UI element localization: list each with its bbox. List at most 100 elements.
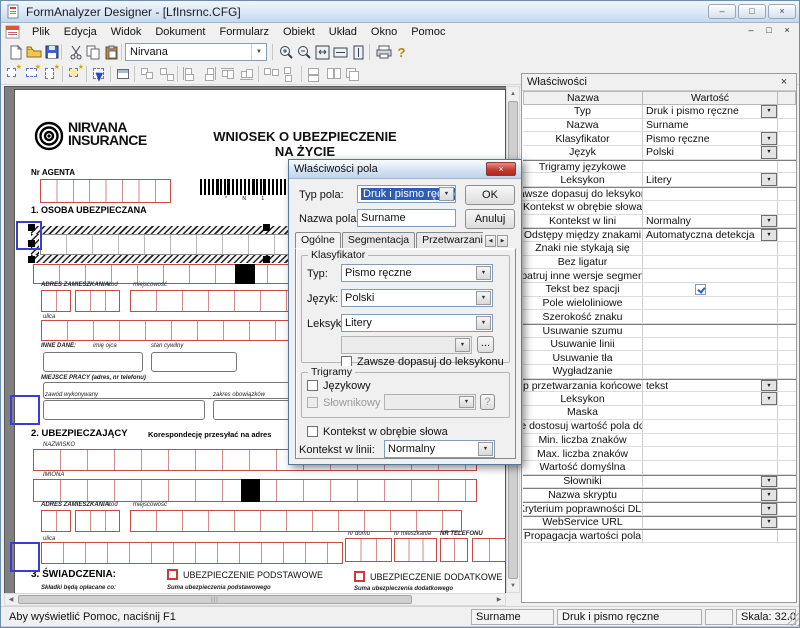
save-icon[interactable]	[43, 44, 60, 60]
paste-icon[interactable]	[103, 44, 120, 60]
checkbox-checked[interactable]	[695, 284, 706, 295]
property-row[interactable]: Leksykon▼	[523, 392, 796, 406]
same-width-icon[interactable]	[306, 66, 323, 82]
property-row[interactable]: NazwaSurname	[523, 119, 796, 133]
selection-anchor-3[interactable]	[10, 542, 40, 572]
zawod-field[interactable]	[43, 400, 205, 420]
kontekst-slowo-checkbox[interactable]	[307, 426, 318, 437]
cut-icon[interactable]	[67, 44, 84, 60]
chevron-down-icon[interactable]: ▼	[476, 316, 491, 330]
property-row[interactable]: Zawsze dopasuj do leksykonu	[523, 187, 796, 201]
tab-scroll-left-icon[interactable]: ◀	[485, 235, 496, 247]
telefon-field-a[interactable]	[440, 538, 468, 562]
mdi-minimize-icon[interactable]: –	[745, 25, 757, 35]
kontekst-linia-combo[interactable]: Normalny ▼	[384, 440, 495, 458]
jezyk-combo[interactable]: Polski ▼	[341, 289, 493, 307]
imie-ojca-field[interactable]	[43, 352, 143, 372]
property-row[interactable]: Kryterium poprawności DLL▼	[523, 502, 796, 516]
kod1-field-a[interactable]	[41, 290, 71, 312]
property-row[interactable]: Kontekst w obrębie słowa	[523, 201, 796, 215]
dropdown-icon[interactable]: ▼	[761, 476, 777, 488]
menu-item-formularz[interactable]: Formularz	[212, 24, 276, 40]
stan-cywilny-field[interactable]	[151, 352, 237, 372]
mdi-close-icon[interactable]: ×	[781, 25, 793, 35]
fit-height-icon[interactable]	[350, 44, 367, 60]
new-group-field-icon[interactable]: ★	[43, 66, 60, 82]
horizontal-scrollbar[interactable]: ◀ ||| ▶	[4, 593, 506, 606]
property-row[interactable]: Kontekst w liniNormalny▼	[523, 215, 796, 229]
property-row[interactable]: Rozpatruj inne wersje segmentacji	[523, 269, 796, 283]
close-button[interactable]: ×	[768, 4, 796, 19]
scroll-up-icon[interactable]: ▲	[507, 87, 519, 100]
property-row[interactable]: Bez ligatur	[523, 256, 796, 270]
nr-mieszkania-field[interactable]	[394, 538, 437, 562]
dropdown-icon[interactable]: ▼	[761, 173, 777, 186]
menu-item-obiekt[interactable]: Obiekt	[276, 24, 322, 40]
property-row[interactable]: Pole wieloliniowe	[523, 297, 796, 311]
select-tool-icon[interactable]	[91, 66, 108, 82]
open-file-icon[interactable]	[25, 44, 42, 60]
property-row[interactable]: Nazwa skryptu▼	[523, 488, 796, 502]
minimize-button[interactable]: –	[708, 4, 736, 19]
new-file-icon[interactable]	[7, 44, 24, 60]
copy-icon[interactable]	[85, 44, 102, 60]
scroll-down-icon[interactable]: ▼	[507, 579, 519, 592]
kod2-field-a[interactable]	[41, 510, 71, 532]
dropdown-icon[interactable]: ▼	[761, 517, 777, 529]
ubezpieczenie-podstawowe-checkbox[interactable]	[167, 569, 178, 580]
chevron-down-icon[interactable]: ▼	[251, 44, 266, 60]
miejscowosc2-field[interactable]	[130, 510, 462, 532]
zoom-in-icon[interactable]	[278, 44, 295, 60]
help-icon[interactable]: ?	[393, 44, 410, 60]
scroll-right-icon[interactable]: ▶	[493, 594, 505, 605]
property-row[interactable]: Słowniki▼	[523, 475, 796, 489]
menu-item-uklad[interactable]: Układ	[322, 24, 364, 40]
property-row[interactable]: LeksykonLitery▼	[523, 173, 796, 187]
tab-ogolne[interactable]: Ogólne	[295, 232, 341, 248]
form-selector-combo[interactable]: Nirvana ▼	[125, 43, 267, 61]
browse-button[interactable]: ...	[477, 336, 494, 353]
menu-item-edycja[interactable]: Edycja	[57, 24, 104, 40]
new-table-field-icon[interactable]: ★	[24, 66, 41, 82]
kod2-field-b[interactable]	[75, 510, 120, 532]
property-row[interactable]: Usuwanie tła	[523, 351, 796, 365]
leksykon-combo[interactable]: Litery ▼	[341, 314, 493, 332]
kod1-field-b[interactable]	[75, 290, 120, 312]
menu-item-plik[interactable]: Plik	[25, 24, 57, 40]
dropdown-icon[interactable]: ▼	[761, 380, 777, 392]
fit-width-icon[interactable]	[332, 44, 349, 60]
tab-scroll-right-icon[interactable]: ▶	[497, 235, 508, 247]
same-size-icon[interactable]	[344, 66, 361, 82]
ungroup-fields-icon[interactable]	[158, 66, 175, 82]
property-row[interactable]: Typ przetwarzania końcowegotekst▼	[523, 379, 796, 393]
dropdown-icon[interactable]: ▼	[761, 503, 777, 515]
property-row[interactable]: Odstępy między znakamiAutomatyczna detek…	[523, 228, 796, 242]
property-row[interactable]: Usuwanie linii	[523, 338, 796, 352]
maximize-button[interactable]: □	[738, 4, 766, 19]
property-row[interactable]: Znaki nie stykają się	[523, 242, 796, 256]
property-row[interactable]: Propagacja wartości pola	[523, 529, 796, 543]
property-row[interactable]: KlasyfikatorPismo ręczne▼	[523, 132, 796, 146]
scroll-left-icon[interactable]: ◀	[5, 594, 17, 605]
property-row[interactable]: Tekst bez spacji	[523, 283, 796, 297]
table-tool-icon[interactable]	[115, 66, 132, 82]
property-row[interactable]: Szerokość znaku	[523, 310, 796, 324]
jezykowy-checkbox[interactable]	[307, 380, 318, 391]
align-top-icon[interactable]	[220, 66, 237, 82]
chevron-down-icon[interactable]: ▼	[476, 266, 491, 280]
ulica2-field[interactable]	[41, 542, 343, 564]
property-row[interactable]: Wygładzanie	[523, 365, 796, 379]
chevron-down-icon[interactable]: ▼	[476, 291, 491, 305]
cancel-button[interactable]: Anuluj	[465, 209, 515, 229]
selection-anchor-2[interactable]	[10, 395, 40, 425]
property-row[interactable]: Trigramy językowe	[523, 160, 796, 174]
dropdown-icon[interactable]: ▼	[761, 489, 777, 501]
dropdown-icon[interactable]: ▼	[761, 146, 777, 159]
telefon-field-b[interactable]	[472, 538, 506, 562]
agent-number-field[interactable]	[40, 179, 171, 203]
property-row[interactable]: Wartość domyślna	[523, 461, 796, 475]
property-row[interactable]: Maska	[523, 406, 796, 420]
same-height-icon[interactable]	[325, 66, 342, 82]
property-row[interactable]: TypDruk i pismo ręczne▼	[523, 105, 796, 119]
dropdown-icon[interactable]: ▼	[761, 132, 777, 145]
